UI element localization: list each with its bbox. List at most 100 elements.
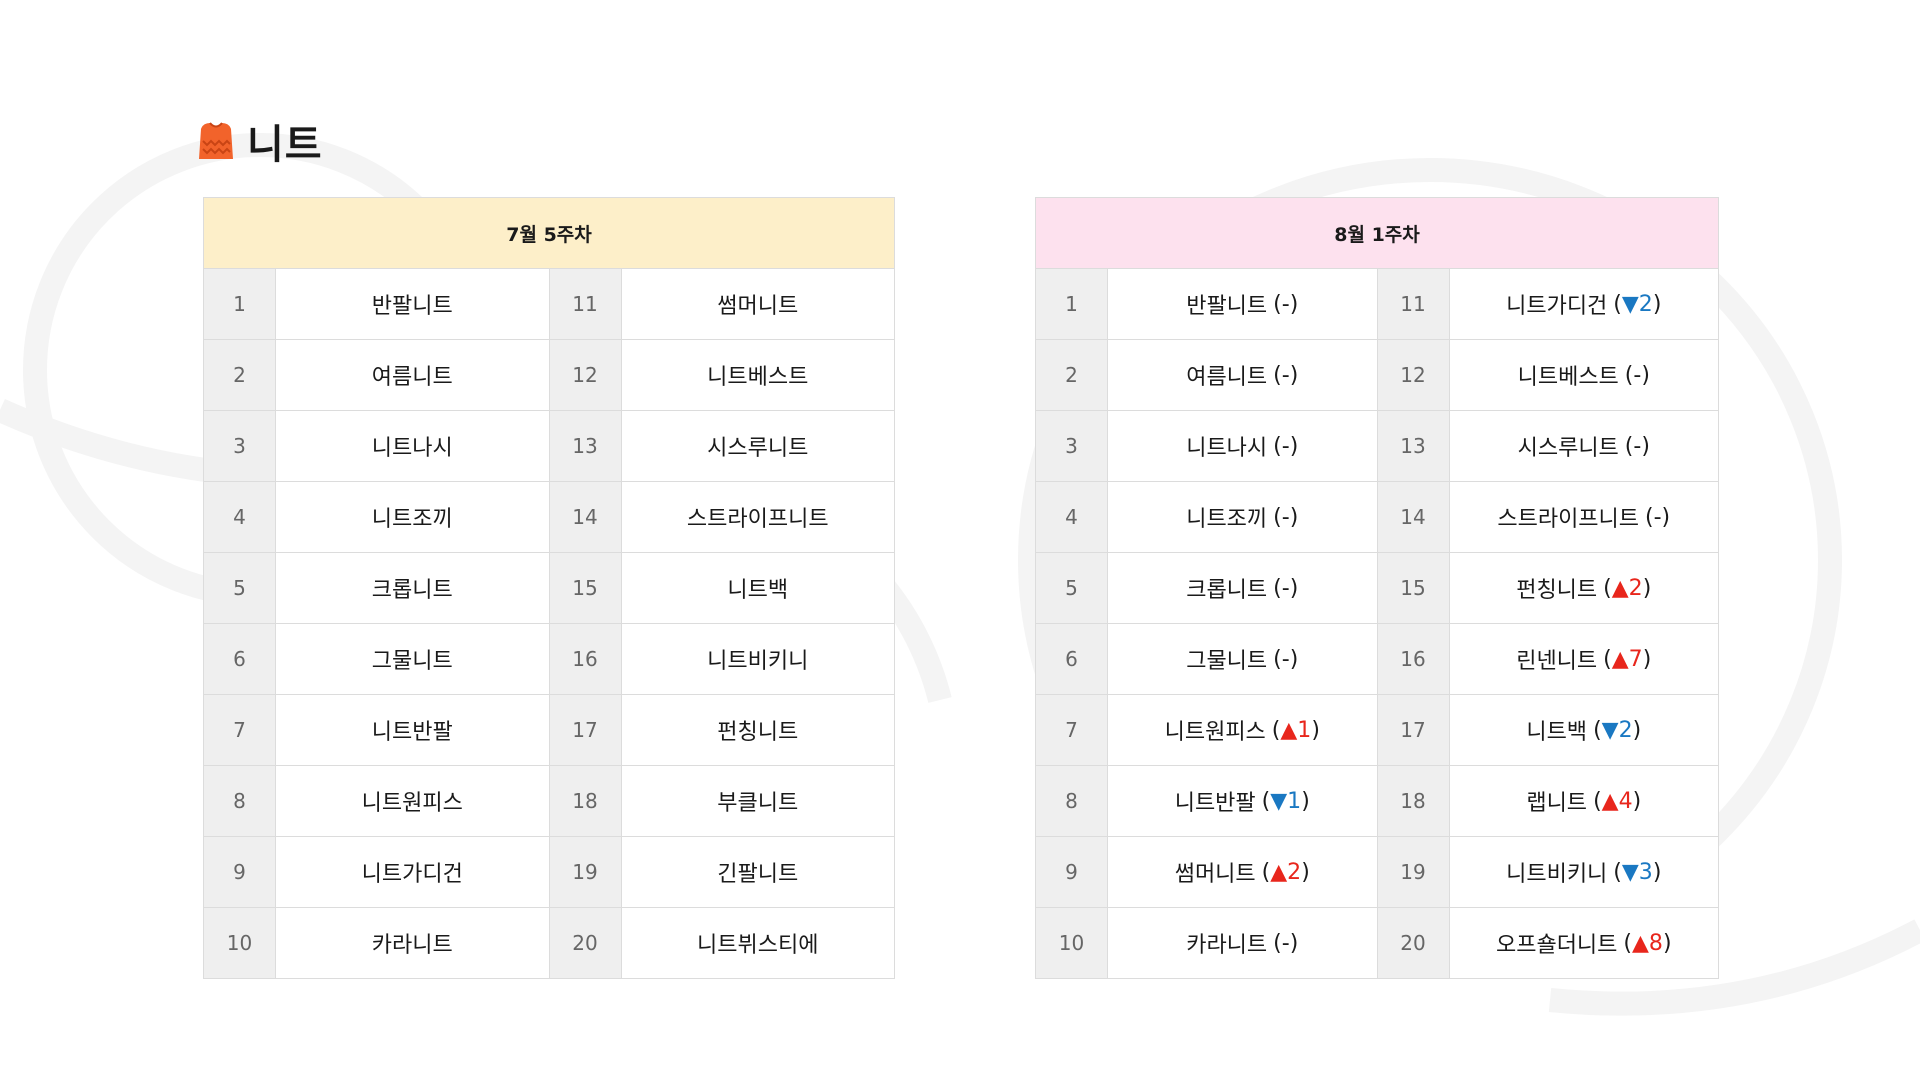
keyword-name: 니트조끼	[1186, 507, 1268, 532]
keyword-cell: 니트백	[622, 553, 895, 623]
keyword-name: 니트뷔스티에	[697, 933, 819, 958]
rank-change-flat: (-)	[1273, 362, 1299, 388]
keyword-name: 니트원피스	[361, 791, 463, 816]
rank-number: 11	[1377, 269, 1450, 339]
keyword-cell: 시스루니트 (-)	[1450, 411, 1719, 481]
keyword-name: 부클니트	[717, 791, 799, 816]
open-paren: (	[1613, 859, 1622, 885]
sweater-icon	[199, 122, 233, 159]
week1-table: 7월 5주차 1 반팔니트 11 썸머니트 2 여름니트 12 니트베스트 3 니트나시 13 시스루…	[203, 197, 895, 979]
keyword-cell: 펀칭니트 (▲2)	[1450, 553, 1719, 623]
table-row: 2 여름니트 (-) 12 니트베스트 (-)	[1036, 340, 1718, 411]
rank-down-value: ▼2	[1601, 717, 1633, 743]
rank-change-down: (▼2)	[1593, 718, 1641, 743]
rank-number: 14	[549, 482, 622, 552]
keyword-cell: 시스루니트	[622, 411, 895, 481]
rank-number: 7	[204, 695, 276, 765]
keyword-name: 니트백	[727, 578, 789, 603]
keyword-name: 니트반팔	[371, 720, 453, 745]
rank-number: 18	[549, 766, 622, 836]
table-row: 2 여름니트 12 니트베스트	[204, 340, 894, 411]
rank-change-up: (▲7)	[1603, 647, 1651, 672]
rank-change-flat: (-)	[1273, 433, 1299, 459]
keyword-name: 니트백	[1526, 720, 1588, 745]
keyword-cell: 카라니트 (-)	[1108, 908, 1378, 978]
keyword-cell: 그물니트 (-)	[1108, 624, 1378, 694]
keyword-name: 썸머니트	[1174, 862, 1256, 887]
keyword-cell: 니트가디건	[276, 837, 550, 907]
week2-header: 8월 1주차	[1036, 198, 1718, 269]
keyword-name: 니트반팔	[1174, 791, 1256, 816]
rank-change-flat: (-)	[1273, 504, 1299, 530]
rank-number: 5	[204, 553, 276, 623]
keyword-name: 스트라이프니트	[1497, 507, 1640, 532]
keyword-name: 펀칭니트	[717, 720, 799, 745]
close-paren: )	[1662, 930, 1672, 956]
week1-body: 1 반팔니트 11 썸머니트 2 여름니트 12 니트베스트 3 니트나시 13 시스루니트 4 니트조끼…	[204, 269, 894, 978]
keyword-name: 여름니트	[371, 365, 453, 390]
keyword-cell: 린넨니트 (▲7)	[1450, 624, 1719, 694]
rank-number: 18	[1377, 766, 1450, 836]
rank-number: 14	[1377, 482, 1450, 552]
keyword-cell: 니트베스트	[622, 340, 895, 410]
rank-change-up: (▲2)	[1603, 576, 1651, 601]
week2-table: 8월 1주차 1 반팔니트 (-) 11 니트가디건 (▼2) 2 여름니트 (-) 12 니트베스…	[1035, 197, 1719, 979]
keyword-cell: 니트반팔 (▼1)	[1108, 766, 1378, 836]
keyword-name: 그물니트	[1186, 649, 1268, 674]
keyword-cell: 니트원피스 (▲1)	[1108, 695, 1378, 765]
table-row: 10 카라니트 20 니트뷔스티에	[204, 908, 894, 978]
keyword-name: 니트나시	[1186, 436, 1268, 461]
keyword-cell: 니트조끼 (-)	[1108, 482, 1378, 552]
rank-number: 4	[1036, 482, 1108, 552]
keyword-name: 긴팔니트	[717, 862, 799, 887]
table-row: 4 니트조끼 14 스트라이프니트	[204, 482, 894, 553]
rank-up-value: ▲2	[1270, 859, 1302, 885]
rank-change-flat: (-)	[1624, 433, 1650, 459]
table-row: 3 니트나시 13 시스루니트	[204, 411, 894, 482]
rank-number: 6	[1036, 624, 1108, 694]
rank-number: 17	[1377, 695, 1450, 765]
keyword-cell: 니트반팔	[276, 695, 550, 765]
table-row: 8 니트원피스 18 부클니트	[204, 766, 894, 837]
keyword-name: 스트라이프니트	[686, 507, 829, 532]
close-paren: )	[1311, 717, 1320, 743]
keyword-name: 시스루니트	[1517, 436, 1619, 461]
rank-number: 8	[204, 766, 276, 836]
rank-down-value: ▼3	[1621, 859, 1653, 885]
table-row: 4 니트조끼 (-) 14 스트라이프니트 (-)	[1036, 482, 1718, 553]
keyword-cell: 랩니트 (▲4)	[1450, 766, 1719, 836]
keyword-cell: 크롭니트 (-)	[1108, 553, 1378, 623]
close-paren: )	[1652, 859, 1662, 885]
keyword-cell: 오프숄더니트 (▲8)	[1450, 908, 1719, 978]
rank-number: 12	[549, 340, 622, 410]
keyword-name: 니트조끼	[371, 507, 453, 532]
open-paren: (	[1623, 930, 1633, 956]
rank-number: 10	[204, 908, 276, 978]
rank-number: 11	[549, 269, 622, 339]
rank-number: 9	[204, 837, 276, 907]
rank-change-down: (▼2)	[1613, 292, 1661, 317]
rank-number: 16	[549, 624, 622, 694]
table-row: 5 크롭니트 (-) 15 펀칭니트 (▲2)	[1036, 553, 1718, 624]
rank-change-up: (▲8)	[1623, 931, 1671, 956]
table-row: 1 반팔니트 11 썸머니트	[204, 269, 894, 340]
rank-number: 10	[1036, 908, 1108, 978]
rank-number: 19	[1377, 837, 1450, 907]
keyword-name: 니트베스트	[1517, 365, 1619, 390]
rank-number: 9	[1036, 837, 1108, 907]
rank-up-value: ▲2	[1611, 575, 1643, 601]
keyword-name: 크롭니트	[371, 578, 453, 603]
rank-number: 2	[1036, 340, 1108, 410]
rank-change-flat: (-)	[1624, 362, 1650, 388]
keyword-cell: 니트백 (▼2)	[1450, 695, 1719, 765]
open-paren: (	[1593, 788, 1602, 814]
table-row: 3 니트나시 (-) 13 시스루니트 (-)	[1036, 411, 1718, 482]
rank-number: 12	[1377, 340, 1450, 410]
table-row: 6 그물니트 16 니트비키니	[204, 624, 894, 695]
keyword-cell: 썸머니트 (▲2)	[1108, 837, 1378, 907]
close-paren: )	[1632, 788, 1642, 814]
keyword-cell: 니트비키니 (▼3)	[1450, 837, 1719, 907]
keyword-name: 니트비키니	[1506, 862, 1608, 887]
rank-number: 13	[1377, 411, 1450, 481]
rank-number: 8	[1036, 766, 1108, 836]
